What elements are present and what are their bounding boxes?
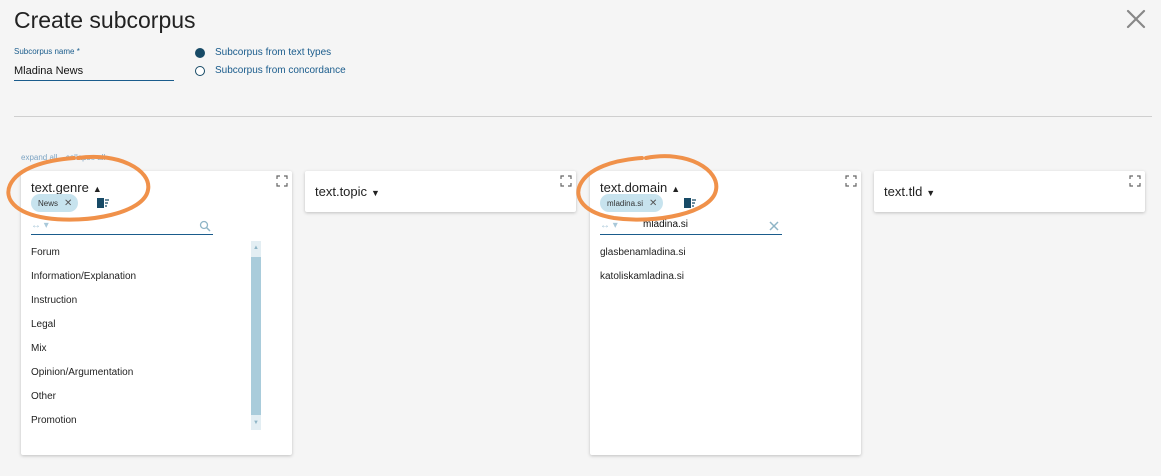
list-item[interactable]: Promotion — [31, 409, 136, 433]
domain-value-list: glasbenamladina.si katoliskamladina.si — [600, 241, 686, 289]
expand-collapse-links: expand all collapse all — [21, 153, 105, 162]
list-item[interactable]: katoliskamladina.si — [600, 265, 686, 289]
card-text-topic: text.topic ▼ — [305, 171, 576, 212]
clear-all-icon[interactable] — [683, 197, 697, 209]
list-item[interactable]: Forum — [31, 241, 136, 265]
selected-chip-news: News ✕ — [31, 194, 79, 212]
chip-remove-icon[interactable]: ✕ — [64, 198, 72, 209]
chevron-down-icon: ▼ — [371, 188, 380, 198]
list-item[interactable]: Legal — [31, 313, 136, 337]
card-title-topic[interactable]: text.topic ▼ — [315, 184, 380, 199]
card-title-domain[interactable]: text.domain ▲ — [600, 180, 680, 195]
search-icon[interactable] — [199, 220, 211, 232]
expand-all-link[interactable]: expand all — [21, 153, 57, 162]
chevron-up-icon: ▲ — [92, 184, 102, 194]
list-item[interactable]: Other — [31, 385, 136, 409]
collapse-all-link[interactable]: collapse all — [66, 153, 106, 162]
dialog-title: Create subcorpus — [14, 7, 196, 33]
filter-options-icon[interactable]: ↔ ▾ — [31, 220, 49, 231]
domain-filter-input[interactable]: ↔ ▾ mladina.si — [600, 219, 782, 235]
list-item[interactable]: Instruction — [31, 289, 136, 313]
chevron-down-icon: ▼ — [926, 188, 936, 198]
list-item[interactable]: Opinion/Argumentation — [31, 361, 136, 385]
subcorpus-name-label: Subcorpus name * — [14, 47, 80, 56]
scroll-down-icon[interactable]: ▼ — [251, 418, 261, 428]
subcorpus-name-input[interactable] — [14, 61, 174, 81]
scroll-up-icon[interactable]: ▲ — [251, 243, 261, 253]
maximize-icon[interactable] — [845, 175, 857, 187]
genre-filter-input[interactable]: ↔ ▾ — [31, 220, 213, 235]
genre-value-list: Forum Information/Explanation Instructio… — [31, 241, 136, 433]
chip-remove-icon[interactable]: ✕ — [649, 198, 657, 209]
selected-chip-domain: mladina.si ✕ — [600, 194, 664, 212]
radio-text-types-label: Subcorpus from text types — [215, 47, 332, 58]
card-title-tld-label: text.tld — [884, 184, 923, 199]
card-text-tld: text.tld ▼ — [874, 171, 1145, 212]
list-item[interactable]: Mix — [31, 337, 136, 361]
maximize-icon[interactable] — [1129, 175, 1141, 187]
radio-concordance[interactable]: Subcorpus from concordance — [195, 65, 346, 76]
card-title-domain-label: text.domain — [600, 180, 668, 195]
genre-list-scrollbar[interactable]: ▲ ▼ — [251, 241, 261, 430]
section-divider — [14, 116, 1152, 117]
list-item[interactable]: glasbenamladina.si — [600, 241, 686, 265]
card-title-topic-label: text.topic — [315, 184, 368, 199]
filter-options-icon[interactable]: ↔ ▾ — [600, 220, 618, 231]
chip-label: News — [38, 198, 59, 208]
close-icon[interactable] — [1124, 7, 1148, 31]
maximize-icon[interactable] — [276, 175, 288, 187]
card-title-genre[interactable]: text.genre ▲ — [31, 180, 102, 195]
domain-filter-value: mladina.si — [643, 219, 689, 230]
list-item[interactable]: Information/Explanation — [31, 265, 136, 289]
clear-filter-icon[interactable] — [768, 220, 780, 232]
radio-text-types[interactable]: Subcorpus from text types — [195, 47, 331, 58]
maximize-icon[interactable] — [560, 175, 572, 187]
clear-all-icon[interactable] — [96, 197, 110, 209]
card-text-domain: text.domain ▲ mladina.si ✕ ↔ ▾ mladina.si … — [590, 171, 861, 455]
chevron-up-icon: ▲ — [671, 184, 681, 194]
card-title-genre-label: text.genre — [31, 180, 89, 195]
scroll-thumb[interactable] — [251, 257, 261, 415]
radio-unselected-icon[interactable] — [195, 65, 205, 76]
card-title-tld[interactable]: text.tld ▼ — [884, 184, 935, 199]
chip-label: mladina.si — [607, 198, 644, 208]
radio-concordance-label: Subcorpus from concordance — [215, 65, 346, 76]
radio-selected-icon[interactable] — [195, 47, 205, 58]
